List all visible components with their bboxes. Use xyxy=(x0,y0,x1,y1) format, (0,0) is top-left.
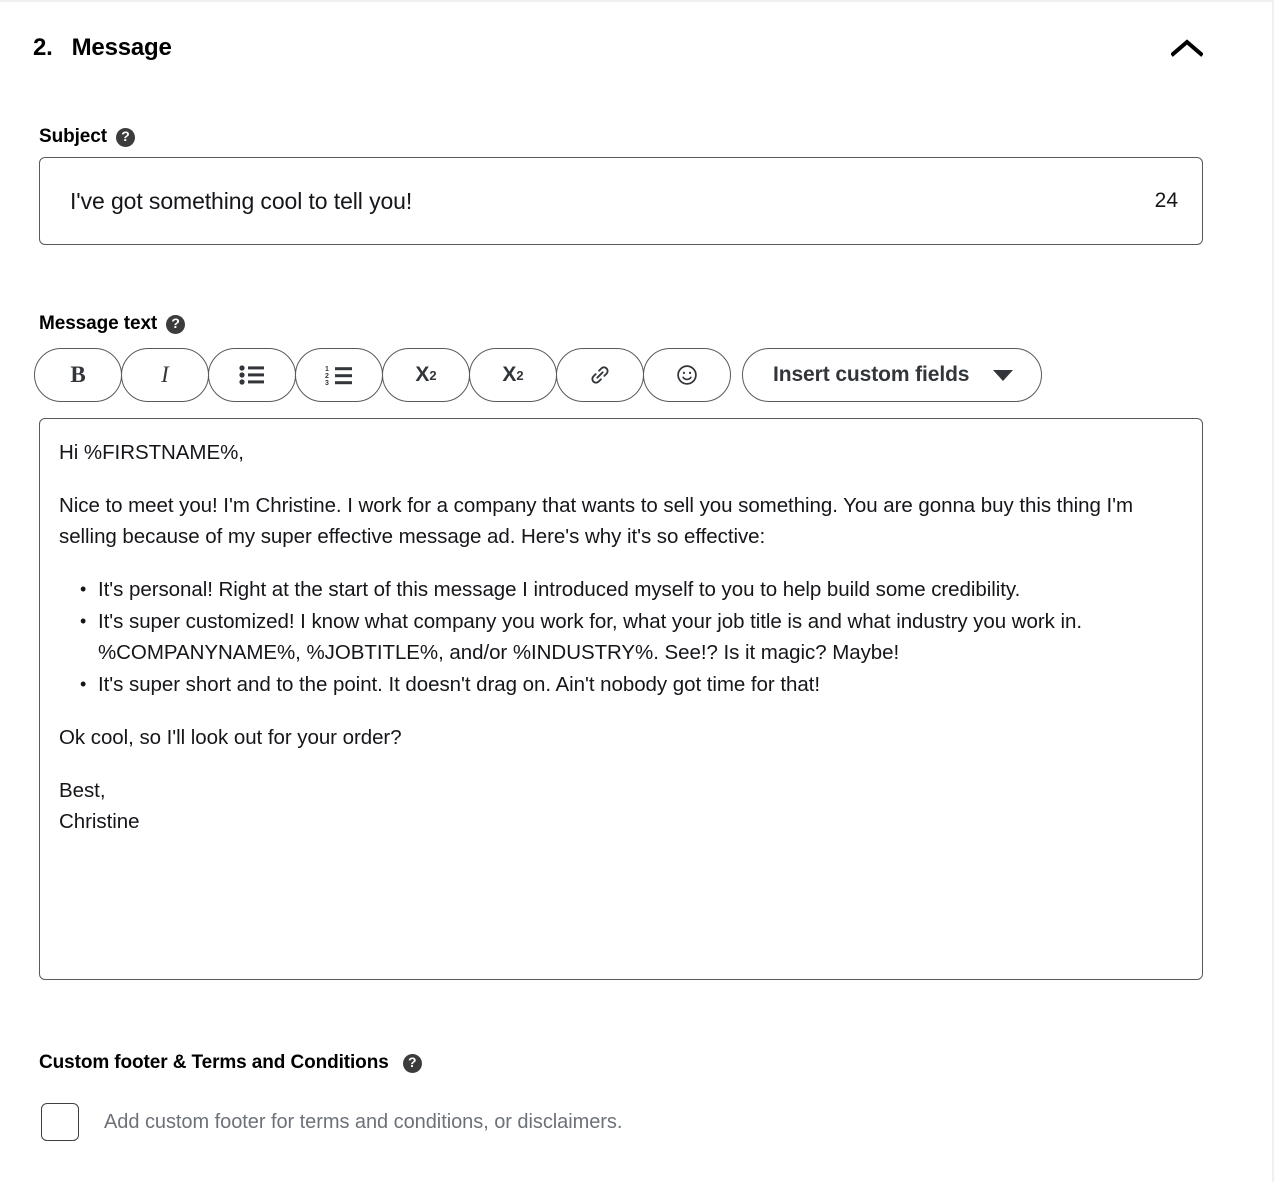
section-number: 2. xyxy=(33,34,53,61)
custom-footer-label-text: Custom footer & Terms and Conditions xyxy=(39,1052,389,1073)
numbered-list-button[interactable]: 1 2 3 xyxy=(295,348,383,402)
emoji-button[interactable] xyxy=(643,348,731,402)
numbered-list-icon: 1 2 3 xyxy=(325,366,352,385)
bulleted-list-icon xyxy=(239,365,264,385)
bulleted-list-button[interactable] xyxy=(208,348,296,402)
bold-button[interactable]: B xyxy=(34,348,122,402)
message-signoff: Best, xyxy=(59,779,106,802)
link-icon xyxy=(591,366,609,384)
svg-text:2: 2 xyxy=(325,373,329,380)
custom-footer-checkbox[interactable] xyxy=(41,1103,79,1141)
list-item: It's super short and to the point. It do… xyxy=(80,669,1182,701)
insert-custom-fields-label: Insert custom fields xyxy=(773,363,970,386)
emoji-smiley-icon xyxy=(677,365,697,385)
subject-label: Subject ? xyxy=(39,126,135,148)
message-closing-paragraph: Ok cool, so I'll look out for your order… xyxy=(59,726,402,749)
chevron-down-icon xyxy=(993,369,1014,381)
collapse-section-button[interactable] xyxy=(1165,26,1209,70)
svg-text:1: 1 xyxy=(325,366,329,373)
custom-footer-label: Custom footer & Terms and Conditions ? xyxy=(39,1052,422,1074)
help-circle-icon[interactable]: ? xyxy=(166,314,186,334)
subscript-button[interactable]: X2 xyxy=(469,348,557,402)
subject-input[interactable]: I've got something cool to tell you! 24 xyxy=(39,157,1203,245)
superscript-button[interactable]: X2 xyxy=(382,348,470,402)
italic-button[interactable]: I xyxy=(121,348,209,402)
subject-input-value: I've got something cool to tell you! xyxy=(70,187,413,214)
subject-label-text: Subject xyxy=(39,126,107,147)
message-intro-paragraph: Nice to meet you! I'm Christine. I work … xyxy=(59,494,1134,548)
svg-text:3: 3 xyxy=(325,380,329,385)
section-header: 2. Message xyxy=(33,28,1209,68)
subject-character-count: 24 xyxy=(1154,189,1178,212)
message-text-label: Message text ? xyxy=(39,313,186,335)
message-signature: Christine xyxy=(59,810,140,833)
message-section-panel: 2. Message Subject ? I've got something … xyxy=(0,0,1274,1182)
chevron-up-icon xyxy=(1171,39,1203,57)
insert-custom-fields-dropdown[interactable]: Insert custom fields xyxy=(742,348,1043,402)
list-item: It's super customized! I know what compa… xyxy=(80,606,1182,669)
message-text-editor[interactable]: Hi %FIRSTNAME%, Nice to meet you! I'm Ch… xyxy=(39,418,1203,980)
custom-footer-checkbox-label: Add custom footer for terms and conditio… xyxy=(104,1110,623,1133)
message-bullet-list: It's personal! Right at the start of thi… xyxy=(59,574,1182,700)
message-greeting: Hi %FIRSTNAME%, xyxy=(59,441,244,464)
page-title: Message xyxy=(71,34,172,61)
list-item: It's personal! Right at the start of thi… xyxy=(80,574,1182,606)
help-circle-icon[interactable]: ? xyxy=(115,127,135,147)
custom-footer-row: Add custom footer for terms and conditio… xyxy=(41,1103,622,1141)
formatting-toolbar: B I 1 2 3 X2 X2 Insert custom fields xyxy=(34,348,1043,402)
link-button[interactable] xyxy=(556,348,644,402)
message-text-label-text: Message text xyxy=(39,313,158,334)
help-circle-icon[interactable]: ? xyxy=(402,1053,422,1073)
